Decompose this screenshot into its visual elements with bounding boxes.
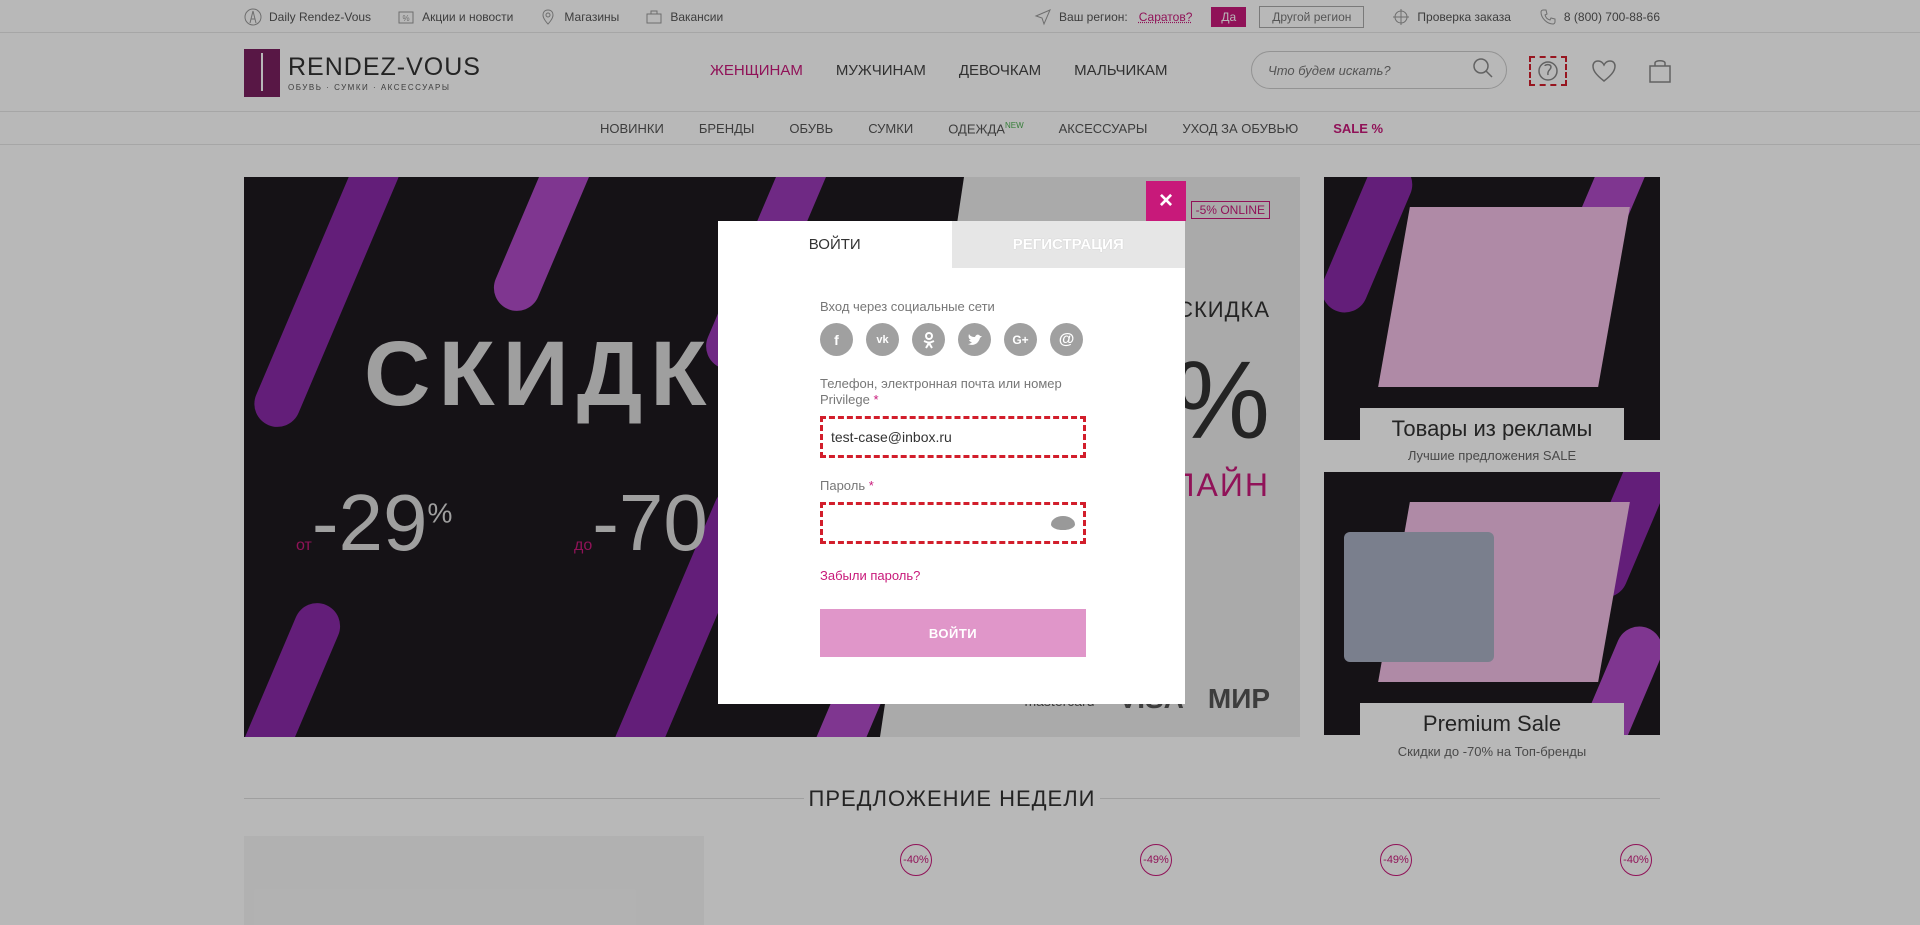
login-field-label: Телефон, электронная почта или номер Pri… [820,376,1086,408]
login-input[interactable] [831,429,1075,445]
facebook-icon[interactable]: f [820,323,853,356]
social-buttons: f vk G+ @ [820,323,1086,356]
odnoklassniki-icon[interactable] [912,323,945,356]
login-submit-button[interactable]: ВОЙТИ [820,609,1086,657]
required-mark: * [868,478,874,493]
login-field-label-text: Телефон, электронная почта или номер Pri… [820,376,1062,407]
password-input[interactable] [831,515,1051,531]
password-field-label-text: Пароль [820,478,866,493]
modal-tabs: ВОЙТИ РЕГИСТРАЦИЯ [718,221,1185,268]
modal-close-button[interactable]: × [1146,181,1186,221]
login-form: Вход через социальные сети f vk G+ @ Тел… [820,299,1086,657]
forgot-password-link[interactable]: Забыли пароль? [820,568,1086,583]
vk-icon[interactable]: vk [866,323,899,356]
password-field-wrapper [820,502,1086,544]
mail-icon[interactable]: @ [1050,323,1083,356]
tab-login[interactable]: ВОЙТИ [718,221,952,268]
twitter-icon[interactable] [958,323,991,356]
close-icon: × [1158,187,1173,214]
google-plus-icon[interactable]: G+ [1004,323,1037,356]
login-modal: ВОЙТИ РЕГИСТРАЦИЯ Вход через социальные … [718,221,1185,704]
required-mark: * [873,392,879,407]
show-password-eye-icon[interactable] [1051,516,1075,530]
tab-register[interactable]: РЕГИСТРАЦИЯ [951,221,1185,268]
social-login-label: Вход через социальные сети [820,299,995,314]
login-field-wrapper [820,416,1086,458]
password-field-label: Пароль * [820,478,1086,494]
